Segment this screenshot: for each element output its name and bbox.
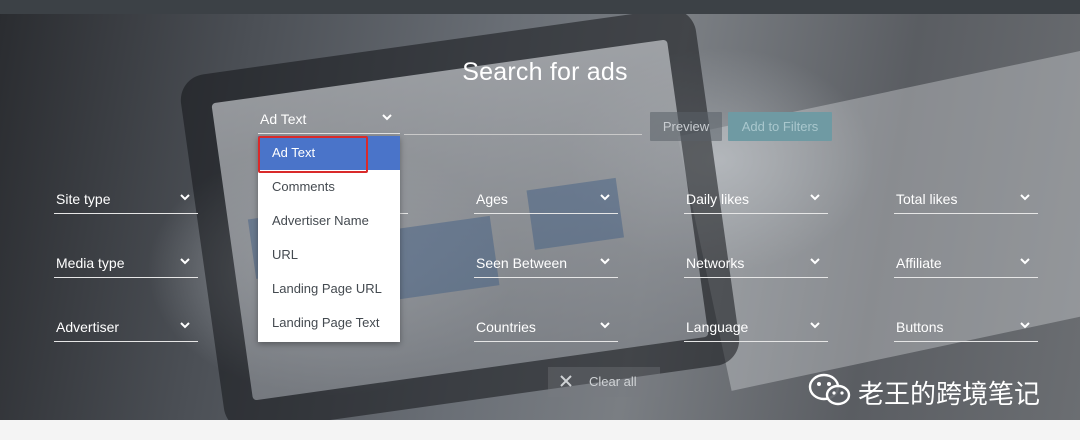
filter-language[interactable]: Language: [684, 316, 828, 342]
search-type-select[interactable]: Ad Text: [258, 108, 400, 134]
clear-all-label: Clear all: [589, 374, 637, 389]
clear-all-button[interactable]: Clear all: [548, 367, 660, 397]
filter-affiliate[interactable]: Affiliate: [894, 252, 1038, 278]
filter-total-likes[interactable]: Total likes: [894, 188, 1038, 214]
filter-site-type[interactable]: Site type: [54, 188, 198, 214]
chevron-down-icon: [382, 114, 392, 121]
page-title: Search for ads: [462, 58, 628, 86]
chevron-down-icon: [1020, 258, 1030, 265]
chevron-down-icon: [180, 322, 190, 329]
chevron-down-icon: [600, 322, 610, 329]
filter-networks[interactable]: Networks: [684, 252, 828, 278]
chevron-down-icon: [600, 194, 610, 201]
chevron-down-icon: [180, 194, 190, 201]
filter-label: Buttons: [896, 319, 944, 335]
filter-ages[interactable]: Ages: [474, 188, 618, 214]
add-to-filters-button[interactable]: Add to Filters: [728, 112, 832, 141]
filter-label: Affiliate: [896, 255, 942, 271]
chevron-down-icon: [1020, 322, 1030, 329]
filter-media-type[interactable]: Media type: [54, 252, 198, 278]
filter-label: Countries: [476, 319, 536, 335]
chevron-down-icon: [810, 322, 820, 329]
selection-highlight-box: [258, 136, 368, 173]
dropdown-option-advertiser-name[interactable]: Advertiser Name: [258, 204, 400, 238]
search-type-value: Ad Text: [260, 111, 307, 127]
watermark-text: 老王的跨境笔记: [858, 379, 1041, 409]
filter-label: Daily likes: [686, 191, 750, 207]
top-bar: [0, 0, 1080, 14]
search-input[interactable]: [404, 109, 642, 135]
preview-button[interactable]: Preview: [650, 112, 722, 141]
filter-label: Ages: [476, 191, 508, 207]
dropdown-option-landing-page-text[interactable]: Landing Page Text: [258, 306, 400, 340]
filter-label: Networks: [686, 255, 745, 271]
chevron-down-icon: [1020, 194, 1030, 201]
dropdown-option-comments[interactable]: Comments: [258, 170, 400, 204]
chevron-down-icon: [810, 194, 820, 201]
chevron-down-icon: [810, 258, 820, 265]
dropdown-option-landing-page-url[interactable]: Landing Page URL: [258, 272, 400, 306]
filter-label: Media type: [56, 255, 125, 271]
filter-label: Total likes: [896, 191, 958, 207]
chevron-down-icon: [600, 258, 610, 265]
filter-label: Seen Between: [476, 255, 568, 271]
filter-countries[interactable]: Countries: [474, 316, 618, 342]
chevron-down-icon: [180, 258, 190, 265]
filter-buttons[interactable]: Buttons: [894, 316, 1038, 342]
filter-hidden-edge: [400, 188, 408, 214]
footer-strip: [0, 420, 1080, 440]
filter-daily-likes[interactable]: Daily likes: [684, 188, 828, 214]
filter-advertiser[interactable]: Advertiser: [54, 316, 198, 342]
filter-seen-between[interactable]: Seen Between: [474, 252, 618, 278]
close-icon: [560, 375, 572, 387]
filter-label: Site type: [56, 191, 111, 207]
filter-label: Advertiser: [56, 319, 120, 335]
wechat-icon: [808, 373, 851, 406]
dropdown-option-url[interactable]: URL: [258, 238, 400, 272]
filter-label: Language: [686, 319, 749, 335]
